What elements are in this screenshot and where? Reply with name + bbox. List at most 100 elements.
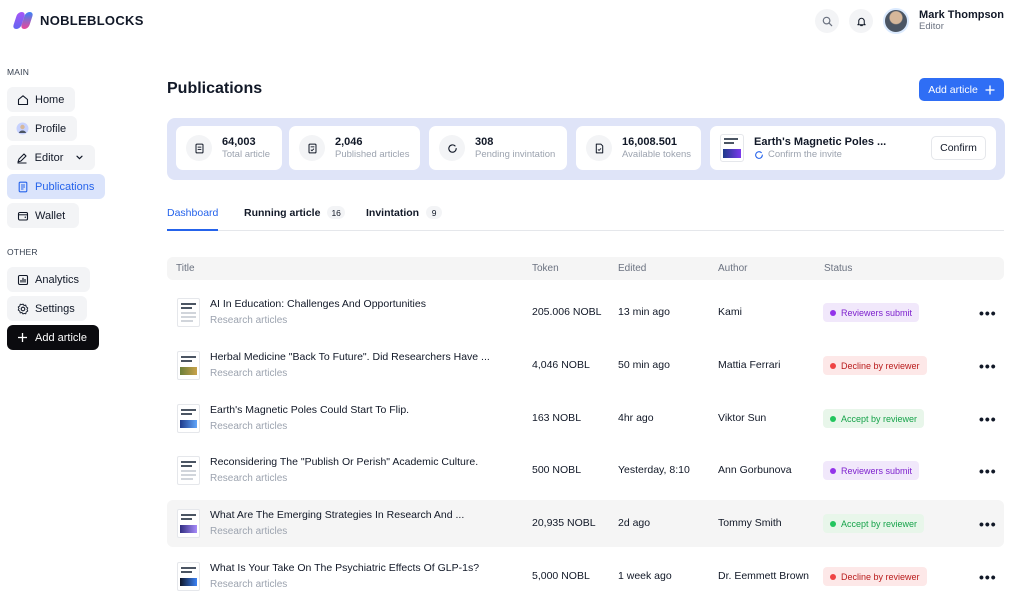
sidebar-item-wallet[interactable]: Wallet	[7, 203, 79, 228]
status-badge: Reviewers submit	[823, 303, 920, 322]
more-options-icon[interactable]: •••	[979, 358, 997, 374]
header-actions: Mark Thompson Editor	[815, 8, 1004, 34]
table-row[interactable]: AI In Education: Challenges And Opportun…	[167, 289, 1004, 336]
edited-time: 2d ago	[618, 517, 651, 529]
more-options-icon[interactable]: •••	[979, 516, 997, 532]
user-role: Editor	[919, 20, 944, 32]
column-title[interactable]: Title	[176, 263, 195, 274]
tab-count-badge: 9	[426, 206, 443, 219]
column-token[interactable]: Token	[532, 263, 559, 274]
sidebar-item-publications[interactable]: Publications	[7, 174, 105, 199]
sidebar-item-analytics[interactable]: Analytics	[7, 267, 90, 292]
article-title[interactable]: Herbal Medicine "Back To Future". Did Re…	[210, 351, 490, 363]
column-author[interactable]: Author	[718, 263, 747, 274]
sidebar-item-home[interactable]: Home	[7, 87, 75, 112]
tab-invitation[interactable]: Invintation 9	[366, 206, 443, 231]
avatar[interactable]	[883, 8, 910, 34]
table-row[interactable]: Reconsidering The "Publish Or Perish" Ac…	[167, 447, 1004, 494]
article-category: Research articles	[210, 526, 288, 537]
token-value: 163 NOBL	[532, 412, 582, 424]
edited-time: 1 week ago	[618, 570, 672, 582]
status-text: Accept by reviewer	[841, 518, 918, 529]
article-title[interactable]: What Is Your Take On The Psychiatric Eff…	[210, 562, 479, 574]
more-options-icon[interactable]: •••	[979, 305, 997, 321]
article-thumbnail	[177, 562, 200, 591]
article-thumbnail	[177, 298, 200, 327]
plus-icon	[16, 331, 29, 344]
invite-thumbnail	[720, 134, 744, 162]
article-title[interactable]: Earth's Magnetic Poles Could Start To Fl…	[210, 404, 409, 416]
tab-label: Running article	[244, 207, 321, 219]
token-value: 4,046 NOBL	[532, 359, 590, 371]
stat-published-articles: 2,046 Published articles	[289, 126, 420, 170]
status-text: Accept by reviewer	[841, 413, 918, 424]
tab-dashboard[interactable]: Dashboard	[167, 207, 218, 231]
article-title[interactable]: Reconsidering The "Publish Or Perish" Ac…	[210, 456, 478, 468]
article-category: Research articles	[210, 368, 288, 379]
article-title[interactable]: AI In Education: Challenges And Opportun…	[210, 298, 426, 310]
sidebar-item-profile[interactable]: Profile	[7, 116, 77, 141]
search-button[interactable]	[815, 9, 840, 33]
user-name: Mark Thompson	[919, 9, 1004, 22]
document-icon	[186, 135, 212, 161]
document-check-icon	[299, 135, 325, 161]
stat-total-article: 64,003 Total article	[176, 126, 282, 170]
article-category: Research articles	[210, 473, 288, 484]
tab-running-article[interactable]: Running article 16	[244, 206, 345, 231]
loading-icon	[755, 151, 763, 160]
status-badge: Reviewers submit	[823, 461, 920, 480]
notifications-button[interactable]	[849, 9, 874, 33]
add-article-label: Add article	[928, 83, 978, 96]
sidebar-section-main: MAIN	[7, 67, 30, 77]
more-options-icon[interactable]: •••	[979, 569, 997, 585]
author-name: Dr. Eemmett Brown	[718, 570, 810, 582]
status-text: Reviewers submit	[841, 307, 913, 318]
status-text: Reviewers submit	[841, 465, 913, 476]
home-icon	[16, 93, 29, 106]
sidebar-item-label: Add article	[35, 331, 87, 344]
table-row[interactable]: Earth's Magnetic Poles Could Start To Fl…	[167, 395, 1004, 442]
user-info[interactable]: Mark Thompson Editor	[919, 9, 1004, 33]
author-name: Kami	[718, 306, 742, 318]
table-row[interactable]: What Is Your Take On The Psychiatric Eff…	[167, 553, 1004, 600]
gear-icon	[16, 302, 29, 315]
more-options-icon[interactable]: •••	[979, 463, 997, 479]
edited-time: 4hr ago	[618, 412, 654, 424]
stat-label: Available tokens	[622, 148, 692, 160]
edited-time: 13 min ago	[618, 306, 670, 318]
tab-count-badge: 16	[327, 206, 345, 219]
sidebar-add-article-button[interactable]: Add article	[7, 325, 99, 350]
invite-status: Confirm the invite	[754, 149, 886, 161]
sidebar-item-settings[interactable]: Settings	[7, 296, 87, 321]
edited-time: 50 min ago	[618, 359, 670, 371]
confirm-button[interactable]: Confirm	[931, 136, 986, 160]
stats-strip: 64,003 Total article 2,046 Published artic…	[167, 118, 1005, 180]
brand-logo[interactable]: NOBLEBLOCKS	[12, 10, 144, 30]
article-category: Research articles	[210, 421, 288, 432]
stat-value: 2,046	[335, 135, 363, 148]
table-row[interactable]: What Are The Emerging Strategies In Rese…	[167, 500, 1004, 547]
author-name: Ann Gorbunova	[718, 464, 792, 476]
tab-label: Invintation	[366, 207, 420, 219]
column-edited[interactable]: Edited	[618, 263, 646, 274]
add-article-button[interactable]: Add article	[919, 78, 1004, 101]
stat-label: Pending invintation	[475, 148, 556, 160]
invite-title: Earth's Magnetic Poles ...	[754, 135, 887, 148]
status-badge: Accept by reviewer	[823, 514, 925, 533]
sidebar-item-editor[interactable]: Editor	[7, 145, 95, 170]
sidebar-item-label: Analytics	[35, 273, 80, 286]
stat-label: Total article	[222, 148, 271, 160]
sidebar-item-label: Profile	[35, 122, 67, 135]
token-value: 500 NOBL	[532, 464, 582, 476]
column-status[interactable]: Status	[824, 263, 852, 274]
table-row[interactable]: Herbal Medicine "Back To Future". Did Re…	[167, 342, 1004, 389]
token-value: 5,000 NOBL	[532, 570, 590, 582]
stat-value: 308	[475, 135, 494, 148]
author-name: Tommy Smith	[718, 517, 782, 529]
brand-name: NOBLEBLOCKS	[40, 12, 144, 28]
article-title[interactable]: What Are The Emerging Strategies In Rese…	[210, 509, 464, 521]
token-value: 205.006 NOBL	[532, 306, 602, 318]
article-thumbnail	[177, 456, 200, 485]
plus-icon	[985, 85, 995, 94]
more-options-icon[interactable]: •••	[979, 411, 997, 427]
